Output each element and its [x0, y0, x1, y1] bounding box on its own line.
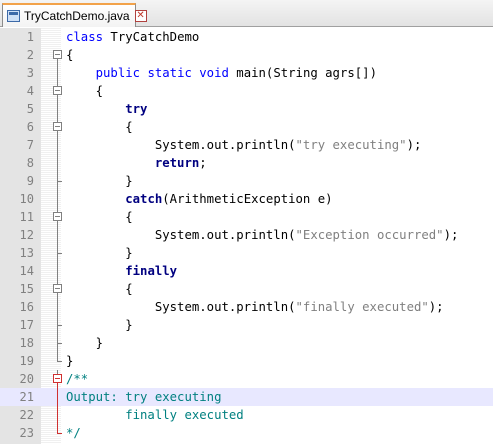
code-text: { — [66, 48, 74, 62]
file-icon — [7, 10, 20, 22]
line-number: 7 — [26, 138, 34, 152]
code-text: System.out.println("try executing"); — [66, 138, 422, 152]
code-text: } — [66, 246, 133, 260]
line-number: 18 — [19, 336, 34, 350]
tab-bar: TryCatchDemo.java ✕ — [0, 0, 493, 27]
code-line[interactable]: 9 } — [0, 172, 493, 190]
code-line[interactable]: 7 System.out.println("try executing"); — [0, 136, 493, 154]
code-text: } — [66, 354, 74, 368]
code-line[interactable]: 11 { — [0, 208, 493, 226]
code-line[interactable]: 4 { — [0, 82, 493, 100]
line-number: 16 — [19, 300, 34, 314]
code-line[interactable]: 19} — [0, 352, 493, 370]
line-number: 22 — [19, 408, 34, 422]
code-text: /** — [66, 372, 89, 386]
line-number: 12 — [19, 228, 34, 242]
code-line[interactable]: 23 */ — [0, 424, 493, 442]
code-line[interactable]: 10 catch(ArithmeticException e) — [0, 190, 493, 208]
line-number: 10 — [19, 192, 34, 206]
code-line[interactable]: 12 System.out.println("Exception occurre… — [0, 226, 493, 244]
close-icon[interactable]: ✕ — [134, 10, 147, 22]
line-number: 20 — [19, 372, 34, 386]
code-line[interactable]: 1 class TryCatchDemo — [0, 28, 493, 46]
line-number: 11 — [19, 210, 34, 224]
code-line[interactable]: 6 { — [0, 118, 493, 136]
code-text: Output: try executing — [66, 390, 222, 404]
line-number: 14 — [19, 264, 34, 278]
tab-trycatchdemo[interactable]: TryCatchDemo.java ✕ — [2, 3, 147, 27]
line-number: 3 — [26, 66, 34, 80]
line-number: 21 — [19, 390, 34, 404]
code-text: class TryCatchDemo — [66, 30, 200, 44]
code-text: { — [66, 84, 104, 98]
code-line[interactable]: 3 public static void main(String agrs[]) — [0, 64, 493, 82]
code-line[interactable]: 8 return; — [0, 154, 493, 172]
code-text: } — [66, 336, 104, 350]
code-text: System.out.println("finally executed"); — [66, 300, 444, 314]
code-text: } — [66, 174, 133, 188]
code-editor[interactable]: TryCatchDemo.java ✕ 1 class TryCatchDemo 2… — [0, 0, 493, 444]
line-number: 8 — [26, 156, 34, 170]
line-number: 23 — [19, 426, 34, 440]
code-text: public static void main(String agrs[]) — [95, 66, 377, 80]
line-number: 1 — [26, 30, 34, 44]
line-number: 13 — [19, 246, 34, 260]
line-number: 6 — [26, 120, 34, 134]
code-text: return; — [154, 156, 207, 170]
code-text: try — [125, 102, 148, 116]
code-text: System.out.println("Exception occurred")… — [66, 228, 459, 242]
code-text: catch(ArithmeticException e) — [125, 192, 333, 206]
code-text: { — [66, 120, 133, 134]
code-line[interactable]: 5 try — [0, 100, 493, 118]
code-text: finally — [125, 264, 178, 278]
code-line[interactable]: 20 /** — [0, 370, 493, 388]
code-line[interactable]: 22 finally executed — [0, 406, 493, 424]
code-line[interactable]: 18 } — [0, 334, 493, 352]
line-number: 19 — [19, 354, 34, 368]
code-line[interactable]: 16 System.out.println("finally executed"… — [0, 298, 493, 316]
code-text: */ — [66, 426, 81, 440]
line-number: 5 — [26, 102, 34, 116]
code-line[interactable]: 14 finally — [0, 262, 493, 280]
code-line[interactable]: 2{ — [0, 46, 493, 64]
line-number: 9 — [26, 174, 34, 188]
code-text: } — [66, 318, 133, 332]
tab-label: TryCatchDemo.java — [24, 9, 130, 23]
line-number: 2 — [26, 48, 34, 62]
code-text: { — [66, 282, 133, 296]
code-text: finally executed — [66, 408, 244, 422]
code-line[interactable]: 15 { — [0, 280, 493, 298]
code-line[interactable]: 17 } — [0, 316, 493, 334]
code-text: { — [66, 210, 133, 224]
line-number: 4 — [26, 84, 34, 98]
line-number: 15 — [19, 282, 34, 296]
line-number: 17 — [19, 318, 34, 332]
code-line[interactable]: 21 Output: try executing — [0, 388, 493, 406]
code-line[interactable]: 13 } — [0, 244, 493, 262]
